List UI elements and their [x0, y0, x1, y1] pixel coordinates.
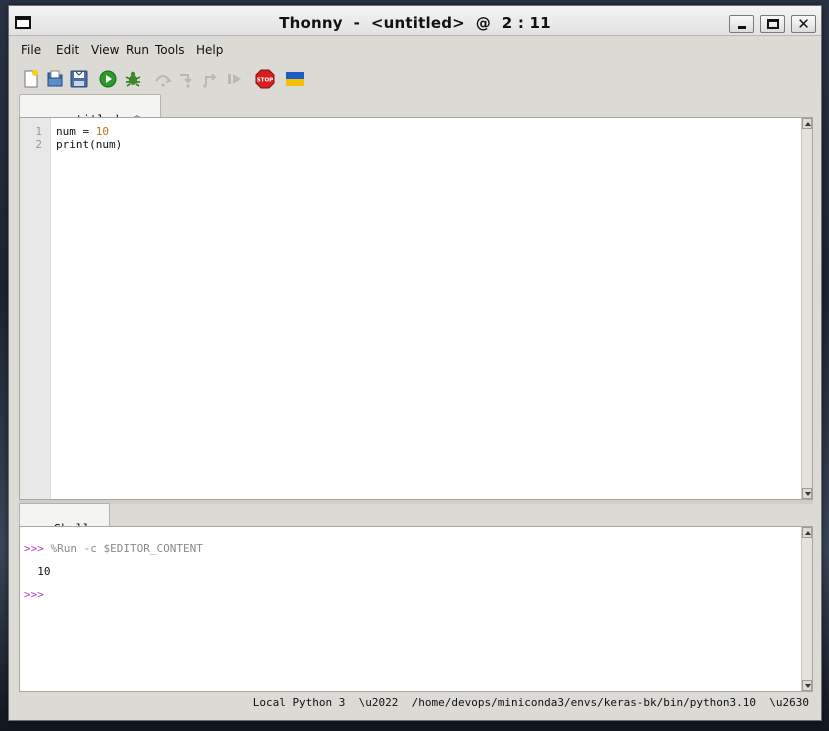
save-file-button[interactable] — [69, 69, 89, 89]
shell-scrollbar[interactable] — [801, 527, 812, 691]
ukraine-flag-icon — [286, 72, 304, 86]
scroll-down-icon[interactable] — [802, 488, 812, 499]
menu-tools[interactable]: Tools — [155, 43, 185, 57]
shell-line: >>> %Run -c $EDITOR_CONTENT — [24, 542, 203, 555]
run-button[interactable] — [98, 69, 118, 89]
line-number: 1 — [35, 125, 42, 138]
step-into-button[interactable] — [177, 69, 197, 89]
number-literal: 10 — [95, 125, 109, 138]
minimize-icon — [738, 26, 746, 29]
step-over-button[interactable] — [153, 69, 173, 89]
code-line[interactable]: num = 10 — [56, 125, 109, 138]
toolbar: STOP — [9, 66, 821, 92]
maximize-icon — [767, 19, 779, 29]
menu-help[interactable]: Help — [196, 43, 223, 57]
new-file-button[interactable] — [21, 69, 41, 89]
open-file-button[interactable] — [45, 69, 65, 89]
window-title: Thonny - <untitled> @ 2 : 11 — [279, 14, 551, 32]
shell-output: 10 — [24, 565, 51, 578]
run-icon — [99, 70, 117, 88]
menu-run[interactable]: Run — [126, 43, 149, 57]
menu-file[interactable]: File — [21, 43, 41, 57]
save-file-icon — [70, 70, 88, 88]
close-button[interactable]: ✕ — [791, 15, 816, 33]
code-text: num = — [56, 125, 96, 138]
stop-button[interactable]: STOP — [255, 69, 275, 89]
step-out-button[interactable] — [201, 69, 221, 89]
stop-icon: STOP — [255, 69, 275, 89]
resume-button[interactable] — [225, 69, 245, 89]
shell-prompt: >>> — [24, 542, 51, 555]
debug-button[interactable] — [123, 69, 143, 89]
code-editor[interactable]: 1 2 num = 10 print(num) — [19, 117, 813, 500]
new-file-icon — [24, 70, 38, 88]
scroll-down-icon[interactable] — [802, 680, 812, 691]
code-text: print(num) — [56, 138, 123, 151]
ukraine-flag-button[interactable] — [285, 69, 305, 89]
stop-label: STOP — [257, 78, 273, 84]
line-number-gutter: 1 2 — [20, 118, 51, 499]
maximize-button[interactable] — [760, 15, 785, 33]
tab-untitled[interactable]: <untitled> *× — [19, 94, 161, 127]
scroll-up-icon[interactable] — [802, 527, 812, 538]
shell-command: %Run -c $EDITOR_CONTENT — [50, 542, 203, 555]
shell-prompt: >>> — [24, 588, 44, 601]
step-out-icon — [203, 73, 217, 88]
shell-console[interactable]: >>> %Run -c $EDITOR_CONTENT 10 >>> — [19, 526, 813, 692]
title-bar[interactable]: Thonny - <untitled> @ 2 : 11 ✕ — [9, 6, 821, 36]
menu-edit[interactable]: Edit — [56, 43, 79, 57]
status-bar[interactable]: Local Python 3 \u2022 /home/devops/minic… — [253, 696, 809, 716]
editor-scrollbar[interactable] — [801, 118, 812, 499]
menu-view[interactable]: View — [91, 43, 119, 57]
minimize-button[interactable] — [729, 15, 754, 33]
line-number: 2 — [35, 138, 42, 151]
step-over-icon — [155, 75, 172, 87]
open-file-icon — [47, 70, 63, 87]
shell-line[interactable]: >>> — [24, 588, 44, 601]
close-icon: ✕ — [797, 15, 810, 33]
pane-splitter[interactable] — [19, 500, 813, 504]
step-into-icon — [180, 74, 192, 88]
resume-icon — [228, 74, 241, 84]
tab-shell[interactable]: Shell× — [19, 503, 111, 536]
debug-icon — [125, 71, 141, 87]
code-line[interactable]: print(num) — [56, 138, 122, 151]
thonny-window: Thonny - <untitled> @ 2 : 11 ✕ File Edit… — [8, 5, 822, 721]
scroll-up-icon[interactable] — [802, 118, 812, 129]
